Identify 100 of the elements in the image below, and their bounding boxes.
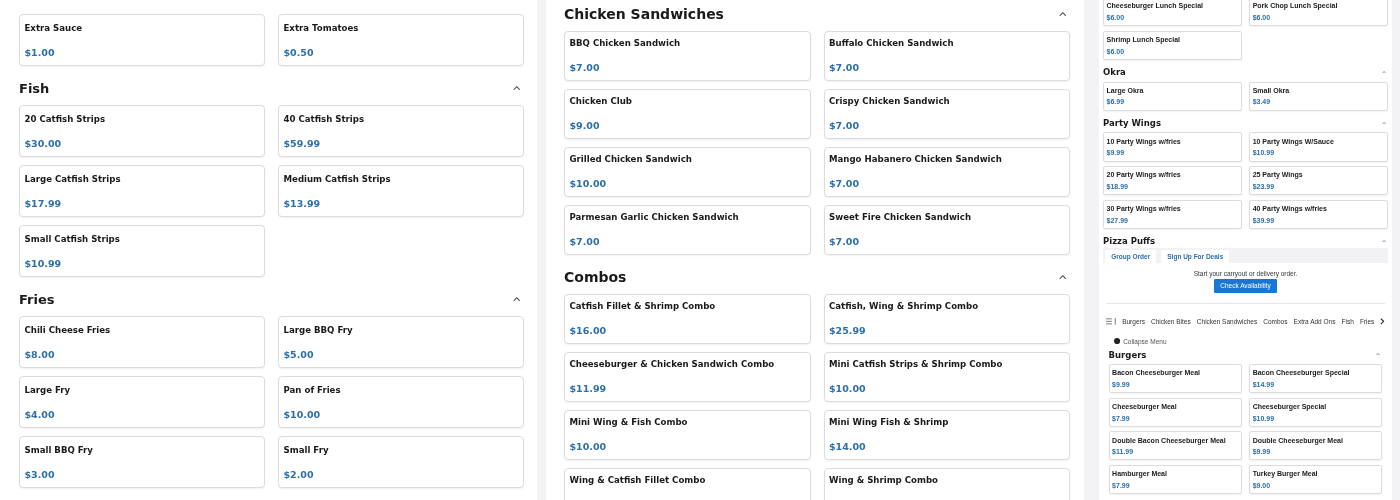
item-name: BBQ Chicken Sandwich (569, 37, 682, 48)
item-price: $10.00 (569, 177, 607, 189)
section-title: Fish (19, 80, 50, 96)
menu-item-card[interactable]: Small BBQ Fry $3.00 (19, 436, 265, 488)
item-name: Medium Catfish Strips (283, 173, 392, 184)
menu-item-card[interactable]: Chili Cheese Fries $8.00 (19, 316, 265, 368)
item-name: Mini Wing Fish & Shrimp (829, 416, 950, 427)
item-name: Small Catfish Strips (24, 233, 121, 244)
item-price: $10.00 (569, 440, 607, 452)
caret-icon[interactable] (1058, 11, 1066, 17)
item-name: Large Catfish Strips (24, 173, 122, 184)
item-name: Large BBQ Fry (283, 324, 354, 335)
item-name: Chicken Club (569, 95, 633, 106)
item-price: $10.00 (283, 408, 321, 420)
menu-item-card[interactable]: 20 Catfish Strips $30.00 (19, 105, 265, 157)
menu-item-card[interactable]: Large BBQ Fry $5.00 (278, 316, 524, 368)
item-price: $10.99 (24, 257, 62, 269)
item-price: $16.00 (569, 324, 607, 336)
menu-item-card[interactable]: Wing & Catfish Fillet Combo (564, 468, 811, 500)
item-price: $2.00 (283, 468, 314, 480)
item-name: Sweet Fire Chicken Sandwich (829, 211, 972, 222)
section-title: Chicken Sandwiches (564, 6, 724, 22)
item-price: $59.99 (283, 137, 321, 149)
section-title: Fries (19, 291, 55, 307)
item-name: Mini Catfish Strips & Shrimp Combo (829, 358, 1004, 369)
item-name: Cheeseburger & Chicken Sandwich Combo (569, 358, 776, 369)
menu-item-card[interactable]: Small Catfish Strips $10.99 (19, 225, 265, 277)
menu-item-card[interactable]: Large Catfish Strips $17.99 (19, 165, 265, 217)
menu-item-card[interactable]: Sweet Fire Chicken Sandwich $7.00 (823, 205, 1070, 255)
item-name: Extra Tomatoes (283, 22, 360, 33)
item-name: Mini Wing & Fish Combo (569, 416, 689, 427)
menu-item-card[interactable]: Large Fry $4.00 (19, 376, 265, 428)
item-name: Chili Cheese Fries (24, 324, 112, 335)
caret-icon[interactable] (512, 85, 520, 91)
item-price: $3.00 (24, 468, 55, 480)
section-title: Combos (564, 269, 627, 285)
item-price: $5.00 (283, 348, 314, 360)
menu-item-card[interactable]: Extra Sauce $1.00 (19, 14, 265, 66)
item-price: $17.99 (24, 197, 62, 209)
item-price: $9.00 (569, 119, 600, 131)
item-price: $7.00 (829, 235, 860, 247)
collapse-icon[interactable] (1114, 338, 1121, 345)
menu-item-card[interactable]: Mini Wing Fish & Shrimp $14.00 (823, 410, 1070, 460)
menu-item-card[interactable]: Wing & Shrimp Combo (823, 468, 1070, 500)
item-price: $13.99 (283, 197, 321, 209)
item-name: Catfish, Wing & Shrimp Combo (829, 300, 980, 311)
item-price: $8.00 (24, 348, 55, 360)
menu-item-card[interactable]: Extra Tomatoes $0.50 (278, 14, 524, 66)
menu-item-card[interactable]: Pan of Fries $10.00 (278, 376, 524, 428)
item-name: Extra Sauce (24, 22, 84, 33)
section-title: Party Wings (1103, 117, 1161, 128)
item-name: Large Fry (24, 384, 72, 395)
menu-item-card[interactable]: Small Fry $2.00 (278, 436, 524, 488)
item-price: $1.00 (24, 46, 55, 58)
menu-item-card[interactable]: Catfish Fillet & Shrimp Combo $16.00 (564, 294, 811, 344)
menu-item-card[interactable]: BBQ Chicken Sandwich $7.00 (564, 31, 811, 81)
item-price: $25.99 (829, 324, 866, 336)
menu-item-card[interactable]: Medium Catfish Strips $13.99 (278, 165, 524, 217)
menu-item-card[interactable]: Buffalo Chicken Sandwich $7.00 (823, 31, 1070, 81)
menu-item-card[interactable]: Mini Catfish Strips & Shrimp Combo $10.00 (823, 352, 1070, 402)
menu-item-card[interactable]: Mini Wing & Fish Combo $10.00 (564, 410, 811, 460)
item-name: Mango Habanero Chicken Sandwich (829, 153, 1003, 164)
item-price: $30.00 (24, 137, 62, 149)
section-title: Burgers (1108, 349, 1147, 360)
item-price: $11.99 (569, 382, 607, 394)
menu-item-card[interactable]: Crispy Chicken Sandwich $7.00 (823, 89, 1070, 139)
item-name: Parmesan Garlic Chicken Sandwich (569, 211, 740, 222)
section-title: Pizza Puffs (1103, 236, 1155, 246)
menu-icon[interactable] (1106, 318, 1117, 326)
item-name: Wing & Shrimp Combo (829, 474, 939, 485)
menu-item-card[interactable]: Parmesan Garlic Chicken Sandwich $7.00 (564, 205, 811, 255)
menu-item-card[interactable]: Cheeseburger & Chicken Sandwich Combo $11.99 (564, 352, 811, 402)
chevron-right-icon[interactable] (1380, 318, 1385, 326)
menu-item-card[interactable]: Catfish, Wing & Shrimp Combo $25.99 (823, 294, 1070, 344)
item-price: $0.50 (283, 46, 314, 58)
item-price: $7.00 (569, 61, 600, 73)
menu-item-card[interactable]: 40 Catfish Strips $59.99 (278, 105, 524, 157)
caret-icon[interactable] (1058, 274, 1066, 280)
item-name: Small BBQ Fry (24, 444, 94, 455)
item-price: $7.00 (829, 61, 860, 73)
item-name: Wing & Catfish Fillet Combo (569, 474, 707, 485)
item-name: Pan of Fries (283, 384, 342, 395)
item-name: Crispy Chicken Sandwich (829, 95, 951, 106)
item-name: Grilled Chicken Sandwich (569, 153, 693, 164)
item-name: 40 Catfish Strips (283, 113, 365, 124)
menu-item-card[interactable]: Grilled Chicken Sandwich $10.00 (564, 147, 811, 197)
item-name: Catfish Fillet & Shrimp Combo (569, 300, 717, 311)
item-name: 20 Catfish Strips (24, 113, 106, 124)
item-price: $7.00 (569, 235, 600, 247)
item-price: $4.00 (24, 408, 55, 420)
caret-icon[interactable] (512, 296, 520, 302)
item-price: $7.00 (829, 119, 860, 131)
section-title: Okra (1103, 67, 1126, 77)
item-name: Buffalo Chicken Sandwich (829, 37, 955, 48)
item-price: $14.00 (829, 440, 866, 452)
item-price: $7.00 (829, 177, 860, 189)
item-price: $10.00 (829, 382, 866, 394)
menu-item-card[interactable]: Chicken Club $9.00 (564, 89, 811, 139)
menu-item-card[interactable]: Mango Habanero Chicken Sandwich $7.00 (823, 147, 1070, 197)
item-name: Small Fry (283, 444, 330, 455)
